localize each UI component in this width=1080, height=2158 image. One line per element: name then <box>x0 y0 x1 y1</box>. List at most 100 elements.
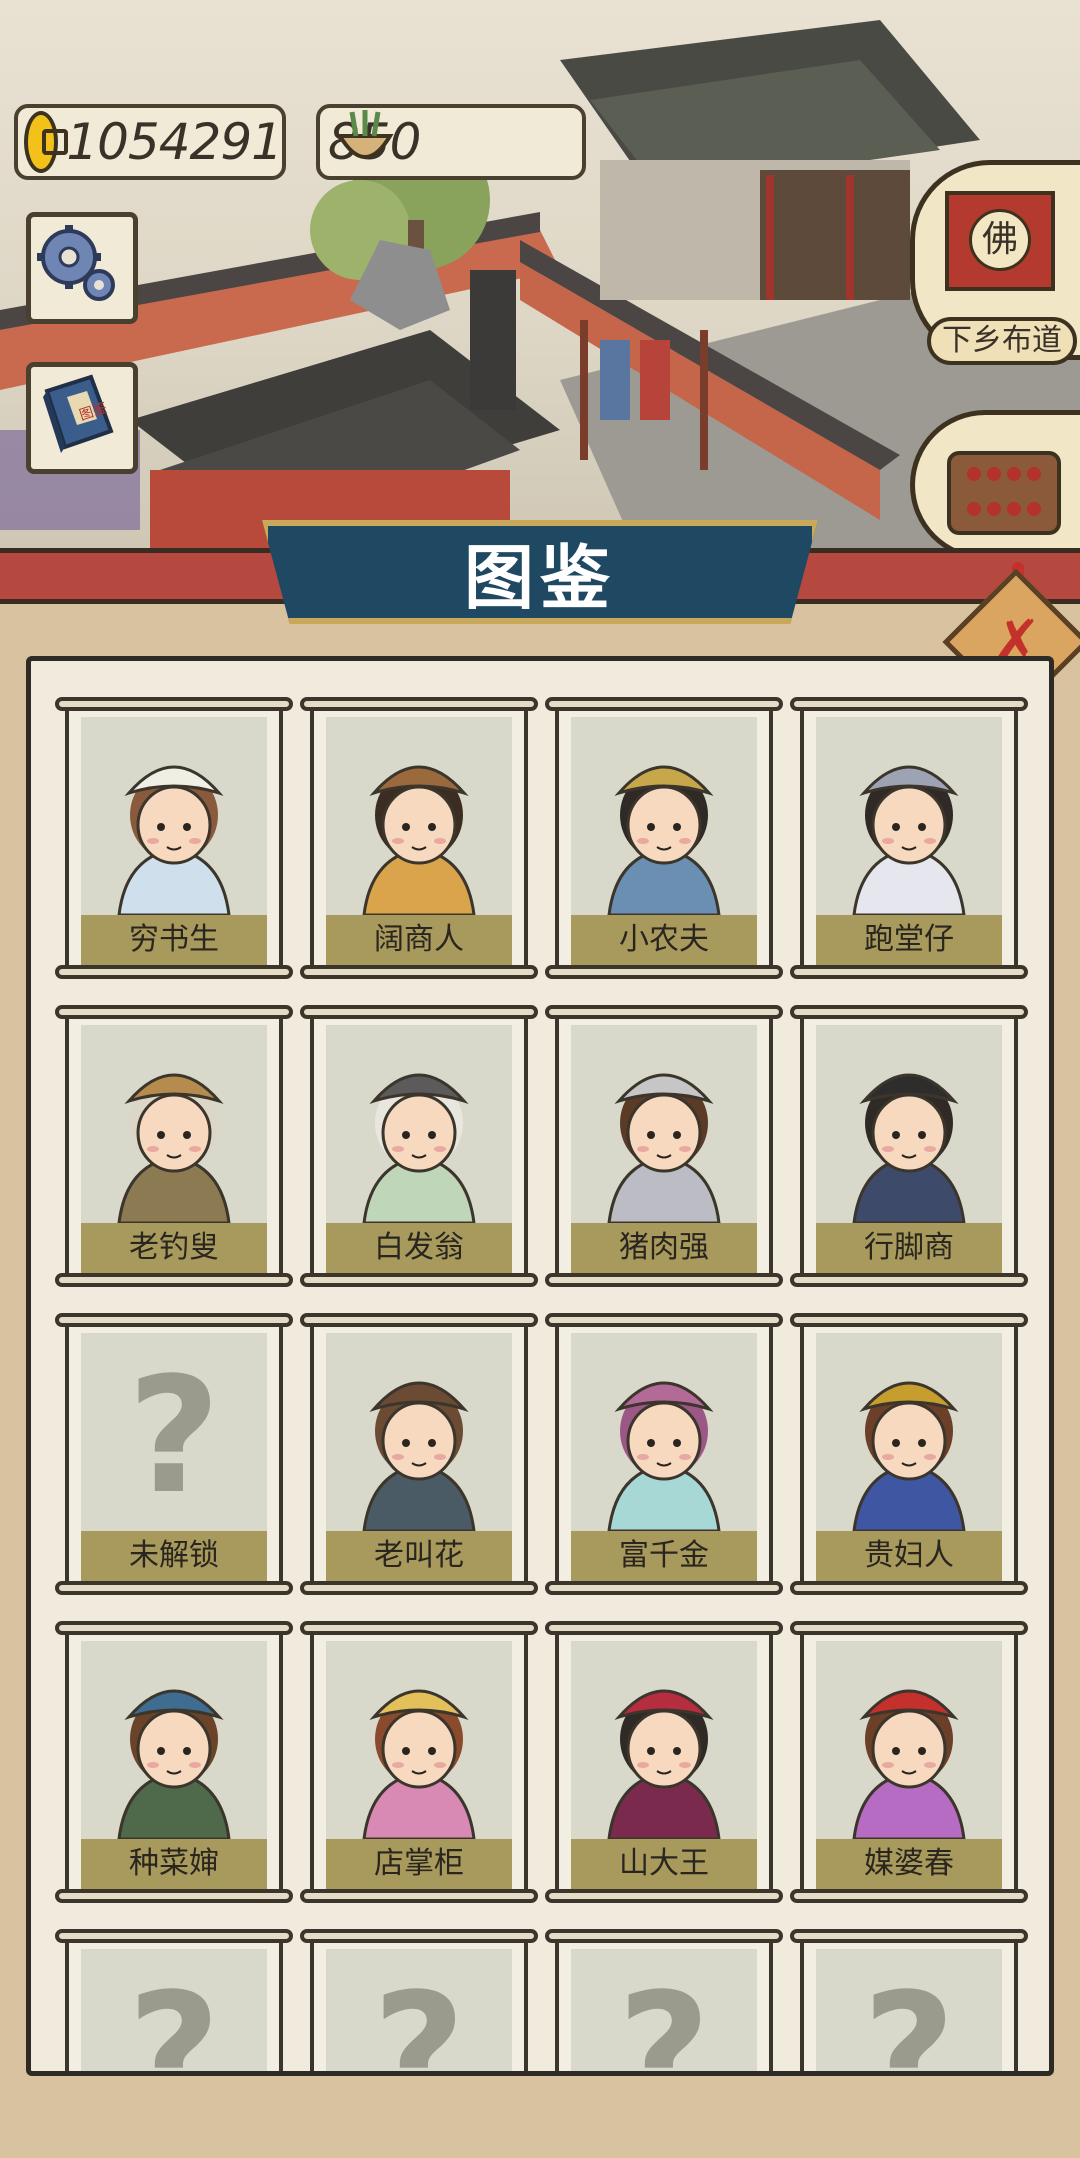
character-name: 未解锁 <box>81 1531 267 1581</box>
character-card[interactable]: 老钓叟 <box>55 1005 293 1287</box>
scroll-frame: 跑堂仔 <box>800 711 1018 965</box>
locked-portrait: ? <box>816 1949 1002 2071</box>
character-card[interactable]: 老叫花 <box>300 1313 538 1595</box>
scroll-rod-top <box>300 1005 538 1019</box>
scroll-rod-bottom <box>55 1889 293 1903</box>
character-figure <box>852 1689 966 1839</box>
compendium-panel: 穷书生 阔商人 小农夫 跑堂仔 老钓叟 白发翁 猪肉强 行脚商? 未解锁 老叫花 富千金 贵妇人 种菜婶… <box>26 656 1054 2076</box>
scroll-rod-bottom <box>790 1889 1028 1903</box>
abacus-button[interactable] <box>910 410 1080 560</box>
character-figure <box>607 1689 721 1839</box>
character-card[interactable]: 山大王 <box>545 1621 783 1903</box>
question-mark-icon: ? <box>127 1342 221 1529</box>
coin-icon <box>24 111 69 173</box>
scroll-rod-bottom <box>55 1581 293 1595</box>
locked-portrait: ? <box>81 1333 267 1531</box>
character-name: 小农夫 <box>571 915 757 965</box>
character-card[interactable]: 贵妇人 <box>790 1313 1028 1595</box>
character-card[interactable]: ? <box>790 1929 1028 2071</box>
character-card[interactable]: ? 未解锁 <box>55 1313 293 1595</box>
scroll-rod-top <box>300 1929 538 1943</box>
preach-temple-button[interactable]: 佛 下乡布道 <box>910 160 1080 365</box>
locked-portrait: ? <box>571 1949 757 2071</box>
character-name: 老钓叟 <box>81 1223 267 1273</box>
incense-burner-icon <box>336 110 394 159</box>
scroll-rod-top <box>300 1313 538 1327</box>
character-portrait <box>816 1025 1002 1223</box>
scroll-frame: 行脚商 <box>800 1019 1018 1273</box>
village-scene: 1054291 850 图鉴 佛 <box>0 0 1080 560</box>
scroll-rod-top <box>55 697 293 711</box>
character-figure <box>362 1073 476 1223</box>
character-portrait <box>571 717 757 915</box>
character-portrait <box>571 1333 757 1531</box>
scroll-rod-top <box>545 1005 783 1019</box>
settings-button[interactable] <box>26 212 138 324</box>
character-card[interactable]: 富千金 <box>545 1313 783 1595</box>
scroll-rod-bottom <box>300 1889 538 1903</box>
character-card[interactable]: ? <box>55 1929 293 2071</box>
book-icon <box>43 374 114 453</box>
scroll-frame: 媒婆春 <box>800 1635 1018 1889</box>
character-card[interactable]: 小农夫 <box>545 697 783 979</box>
character-name: 穷书生 <box>81 915 267 965</box>
scroll-frame: ? <box>555 1943 773 2071</box>
page-title: 图鉴 <box>464 536 616 619</box>
character-name: 白发翁 <box>326 1223 512 1273</box>
abacus-icon <box>947 451 1061 535</box>
scroll-frame: 店掌柜 <box>310 1635 528 1889</box>
scroll-frame: 老钓叟 <box>65 1019 283 1273</box>
character-card[interactable]: 跑堂仔 <box>790 697 1028 979</box>
character-portrait <box>571 1025 757 1223</box>
character-name: 媒婆春 <box>816 1839 1002 1889</box>
scroll-rod-bottom <box>300 1581 538 1595</box>
character-card[interactable]: 媒婆春 <box>790 1621 1028 1903</box>
character-card[interactable]: 穷书生 <box>55 697 293 979</box>
compendium-button[interactable]: 图鉴 <box>26 362 138 474</box>
scroll-rod-bottom <box>790 965 1028 979</box>
character-figure <box>852 1073 966 1223</box>
scroll-rod-top <box>55 1929 293 1943</box>
character-name: 山大王 <box>571 1839 757 1889</box>
scroll-frame: ? <box>800 1943 1018 2071</box>
character-name: 富千金 <box>571 1531 757 1581</box>
scroll-frame: 小农夫 <box>555 711 773 965</box>
character-card[interactable]: ? <box>300 1929 538 2071</box>
scroll-rod-top <box>790 1005 1028 1019</box>
scroll-rod-bottom <box>300 965 538 979</box>
character-portrait <box>81 1025 267 1223</box>
scroll-rod-bottom <box>790 1273 1028 1287</box>
character-name: 贵妇人 <box>816 1531 1002 1581</box>
character-card[interactable]: 阔商人 <box>300 697 538 979</box>
character-figure <box>607 1381 721 1531</box>
character-card[interactable]: 行脚商 <box>790 1005 1028 1287</box>
scroll-rod-top <box>55 1313 293 1327</box>
scroll-frame: 白发翁 <box>310 1019 528 1273</box>
scroll-frame: 富千金 <box>555 1327 773 1581</box>
character-name: 阔商人 <box>326 915 512 965</box>
character-portrait <box>81 717 267 915</box>
scroll-rod-top <box>300 697 538 711</box>
gear-icon <box>37 225 115 301</box>
character-portrait <box>816 717 1002 915</box>
character-card[interactable]: ? <box>545 1929 783 2071</box>
character-name: 行脚商 <box>816 1223 1002 1273</box>
scroll-rod-top <box>545 1929 783 1943</box>
preach-label: 下乡布道 <box>927 317 1077 365</box>
scroll-frame: 山大王 <box>555 1635 773 1889</box>
character-card[interactable]: 种菜婶 <box>55 1621 293 1903</box>
scroll-frame: ? <box>65 1943 283 2071</box>
scroll-rod-top <box>790 1929 1028 1943</box>
character-portrait <box>326 1641 512 1839</box>
scroll-rod-top <box>545 697 783 711</box>
scroll-rod-bottom <box>545 1273 783 1287</box>
character-card[interactable]: 猪肉强 <box>545 1005 783 1287</box>
character-figure <box>852 1381 966 1531</box>
scroll-rod-top <box>545 1621 783 1635</box>
scroll-rod-top <box>790 1313 1028 1327</box>
scroll-rod-bottom <box>545 1889 783 1903</box>
coin-counter: 1054291 <box>14 104 286 180</box>
character-card[interactable]: 店掌柜 <box>300 1621 538 1903</box>
character-card[interactable]: 白发翁 <box>300 1005 538 1287</box>
character-figure <box>362 765 476 915</box>
